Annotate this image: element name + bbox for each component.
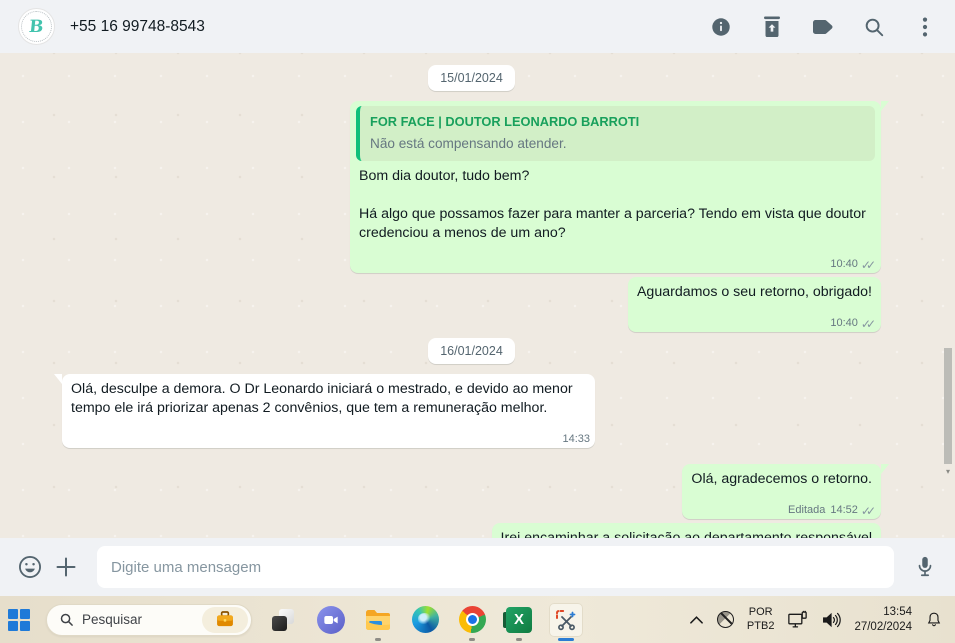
attach-plus-icon[interactable] — [53, 554, 79, 580]
slashed-circle-glyph — [716, 611, 734, 628]
message-text: Olá, desculpe a demora. O Dr Leonardo in… — [71, 381, 573, 416]
taskbar-app-chat[interactable] — [314, 603, 348, 637]
task-view-icon — [271, 608, 295, 632]
edited-label: Editada — [788, 504, 826, 516]
message-time: 10:40 — [830, 258, 858, 270]
message-text: Aguardamos o seu retorno, obrigado! — [636, 284, 872, 300]
incoming-message[interactable]: Olá, desculpe a demora. O Dr Leonardo in… — [54, 374, 595, 449]
edge-icon — [411, 606, 439, 633]
tray-clock[interactable]: 13:54 27/02/2024 — [854, 605, 912, 635]
running-indicator — [375, 637, 382, 641]
message-text: Olá, agradecemos o retorno. — [691, 471, 872, 487]
chat-app-icon — [317, 605, 346, 634]
tray-date: 27/02/2024 — [854, 620, 912, 633]
outgoing-message[interactable]: Olá, agradecemos o retorno. Editada 14:5… — [682, 464, 889, 520]
outgoing-message[interactable]: Irei encaminhar a solicitação ao departa… — [491, 523, 881, 538]
message-composer — [0, 538, 955, 596]
windows-taskbar: Pesquisar X POR PTB2 13:54 27/02/2024 — [0, 596, 955, 643]
message-time: 14:52 — [830, 504, 858, 516]
whatsapp-window: B +55 16 99748-8543 15/01/2024 FOR FACE … — [0, 0, 955, 643]
info-icon[interactable] — [709, 15, 733, 39]
message-time: 14:33 — [562, 433, 590, 445]
windows-logo-icon — [8, 608, 30, 631]
language-indicator[interactable]: POR PTB2 — [747, 606, 775, 634]
outgoing-message[interactable]: Aguardamos o seu retorno, obrigado! 10:4… — [627, 277, 881, 333]
message-meta: 14:33 — [562, 430, 590, 449]
message-list: 15/01/2024 FOR FACE | DOUTOR LEONARDO BA… — [0, 53, 955, 538]
bubble-tail — [54, 374, 62, 384]
quoted-message[interactable]: FOR FACE | DOUTOR LEONARDO BARROTI Não e… — [356, 106, 875, 161]
message-time: 10:40 — [830, 317, 858, 329]
briefcase-icon — [217, 611, 233, 627]
taskbar-app-snipping-tool[interactable] — [549, 602, 584, 641]
taskbar-app-edge[interactable] — [408, 603, 442, 637]
message-text: Irei encaminhar a solicitação ao departa… — [500, 530, 872, 538]
tray-slashed-circle-icon[interactable] — [716, 611, 734, 628]
volume-icon[interactable] — [821, 611, 842, 629]
avatar-logo: B — [28, 16, 45, 37]
delivered-ticks-icon: ✓✓ — [860, 503, 876, 518]
chat-header: B +55 16 99748-8543 — [0, 0, 955, 53]
search-highlight-badge[interactable] — [202, 606, 249, 633]
contact-phone-title[interactable]: +55 16 99748-8543 — [70, 18, 205, 36]
tray-time: 13:54 — [883, 605, 912, 618]
outgoing-message[interactable]: FOR FACE | DOUTOR LEONARDO BARROTI Não e… — [350, 101, 889, 274]
network-icon[interactable] — [787, 610, 808, 629]
active-indicator — [558, 637, 575, 641]
message-meta: 10:40 ✓✓ — [830, 255, 876, 274]
task-view-button[interactable] — [266, 603, 300, 637]
taskbar-app-excel[interactable]: X — [502, 603, 536, 641]
message-text: Bom dia doutor, tudo bem? Há algo que po… — [359, 168, 866, 241]
quote-text: Não está compensando atender. — [370, 136, 567, 151]
chrome-icon — [458, 606, 486, 633]
tray-chevron-up-icon[interactable] — [689, 615, 704, 625]
start-button[interactable] — [2, 603, 36, 637]
search-icon — [60, 613, 73, 626]
file-explorer-icon — [366, 609, 391, 630]
mic-icon[interactable] — [912, 554, 938, 580]
date-chip: 16/01/2024 — [428, 338, 515, 364]
label-icon[interactable] — [811, 15, 835, 39]
taskbar-search[interactable]: Pesquisar — [46, 603, 253, 636]
delivered-ticks-icon: ✓✓ — [860, 316, 876, 331]
search-label: Pesquisar — [82, 612, 143, 627]
delivered-ticks-icon: ✓✓ — [860, 257, 876, 272]
taskbar-app-chrome[interactable] — [455, 603, 489, 641]
running-indicator — [469, 637, 476, 641]
scroll-down-arrow-icon[interactable]: ▾ — [944, 468, 952, 476]
delete-icon[interactable] — [760, 15, 784, 39]
emoji-icon[interactable] — [17, 554, 43, 580]
quote-author: FOR FACE | DOUTOR LEONARDO BARROTI — [370, 114, 640, 129]
message-input[interactable] — [97, 546, 894, 588]
notification-bell-icon[interactable] — [925, 610, 943, 629]
snipping-tool-icon — [556, 609, 576, 630]
running-indicator — [516, 637, 523, 641]
kebab-menu-icon[interactable] — [913, 15, 937, 39]
excel-icon: X — [503, 606, 533, 633]
search-icon[interactable] — [862, 15, 886, 39]
message-meta: Editada 14:52 ✓✓ — [788, 501, 876, 520]
contact-avatar[interactable]: B — [18, 8, 55, 45]
message-meta: 10:40 ✓✓ — [830, 314, 876, 333]
date-chip: 15/01/2024 — [428, 65, 515, 91]
bubble-tail — [881, 464, 889, 474]
header-actions — [709, 15, 937, 39]
taskbar-app-file-explorer[interactable] — [361, 603, 395, 641]
bubble-tail — [881, 101, 889, 111]
chat-scrollbar-thumb[interactable] — [944, 348, 952, 464]
